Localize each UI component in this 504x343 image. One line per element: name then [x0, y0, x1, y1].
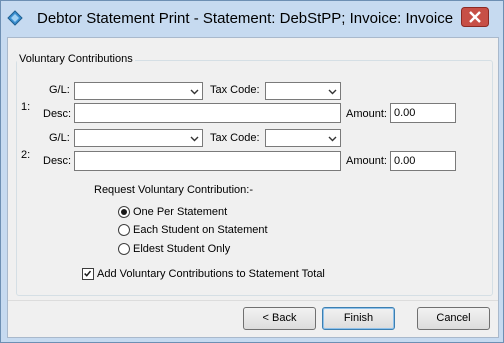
option-label: One Per Statement: [133, 206, 228, 218]
dialog-body: Voluntary Contributions G/L: Tax Code: 1…: [7, 37, 499, 338]
chevron-down-icon: [190, 89, 199, 95]
tax-code-select-1[interactable]: [265, 82, 341, 100]
radio-button[interactable]: [118, 243, 130, 255]
desc-input-1[interactable]: [74, 103, 341, 123]
tax-code-select-2[interactable]: [265, 129, 341, 147]
amount-label-1: Amount:: [346, 108, 387, 120]
add-to-total-label: Add Voluntary Contributions to Statement…: [97, 268, 325, 280]
option-label: Eldest Student Only: [133, 243, 231, 255]
radio-button[interactable]: [118, 206, 130, 218]
add-to-total-checkbox[interactable]: [82, 268, 94, 280]
gl-select-2[interactable]: [74, 129, 203, 147]
back-button[interactable]: < Back: [243, 307, 316, 330]
finish-button[interactable]: Finish: [322, 307, 395, 330]
amount-label-2: Amount:: [346, 155, 387, 167]
request-label: Request Voluntary Contribution:-: [94, 184, 253, 196]
add-to-total-checkbox-row[interactable]: Add Voluntary Contributions to Statement…: [82, 268, 325, 280]
radio-button[interactable]: [118, 224, 130, 236]
desc-input-2[interactable]: [74, 151, 341, 171]
checkmark-icon: [84, 270, 92, 277]
option-label: Each Student on Statement: [133, 224, 268, 236]
dialog-window: Debtor Statement Print - Statement: DebS…: [0, 0, 504, 343]
group-title: Voluntary Contributions: [17, 53, 135, 65]
window-title: Debtor Statement Print - Statement: DebS…: [37, 10, 454, 27]
option-each-student[interactable]: Each Student on Statement: [118, 224, 268, 236]
tax-code-label-1: Tax Code:: [210, 84, 260, 96]
gl-label-1: G/L:: [49, 84, 70, 96]
desc-label-1: Desc:: [43, 108, 72, 120]
option-eldest-student[interactable]: Eldest Student Only: [118, 243, 230, 255]
title-bar[interactable]: Debtor Statement Print - Statement: DebS…: [1, 1, 503, 37]
gl-select-1[interactable]: [74, 82, 203, 100]
chevron-down-icon: [328, 89, 337, 95]
close-button[interactable]: [461, 7, 489, 27]
amount-input-2[interactable]: [390, 151, 456, 171]
desc-label-2: Desc:: [43, 155, 72, 167]
option-one-per-statement[interactable]: One Per Statement: [118, 206, 227, 218]
tax-code-label-2: Tax Code:: [210, 132, 260, 144]
amount-input-1[interactable]: [390, 103, 456, 123]
divider: [8, 300, 498, 301]
gl-label-2: G/L:: [49, 132, 70, 144]
chevron-down-icon: [328, 136, 337, 142]
row-number-2: 2:: [21, 149, 31, 161]
row-number-1: 1:: [21, 101, 31, 113]
cancel-button[interactable]: Cancel: [417, 307, 490, 330]
diamond-app-icon: [7, 10, 23, 26]
chevron-down-icon: [190, 136, 199, 142]
